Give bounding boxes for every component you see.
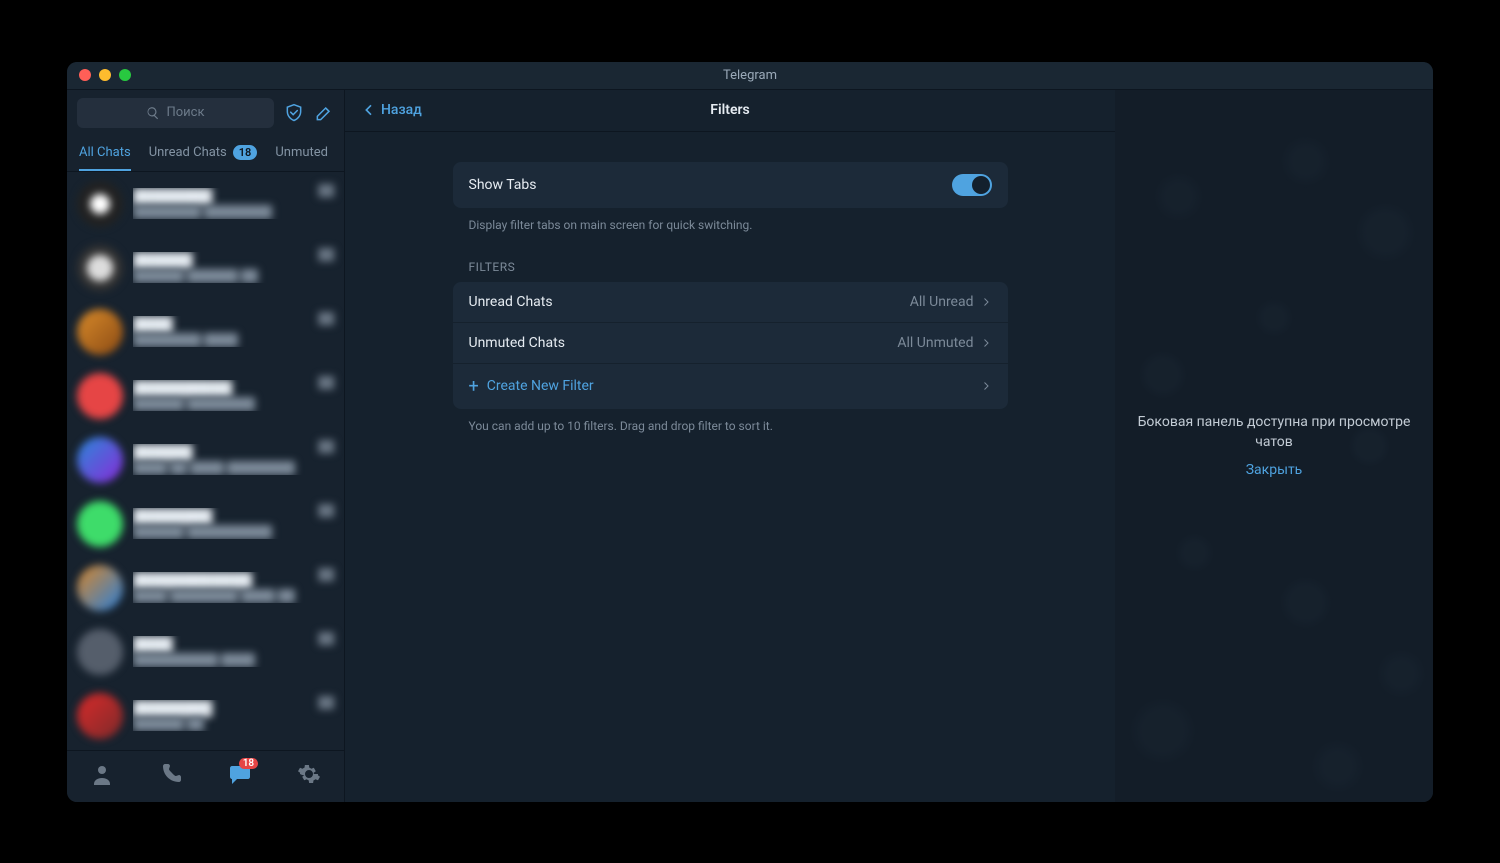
right-sidebar-close-button[interactable]: Закрыть	[1246, 462, 1303, 478]
tab-all-chats[interactable]: All Chats	[79, 136, 131, 171]
back-button[interactable]: Назад	[361, 102, 422, 118]
show-tabs-label: Show Tabs	[469, 177, 537, 193]
avatar	[77, 565, 123, 611]
search-input[interactable]: Поиск	[77, 98, 274, 128]
unread-badge: 18	[233, 145, 258, 160]
left-sidebar: Поиск All Chats Unread Chats 18 U	[67, 90, 345, 802]
right-sidebar: Боковая панель доступна при просмотре ча…	[1115, 90, 1433, 802]
main-panel: Назад Filters Show Tabs Display filter t…	[345, 90, 1115, 802]
filter-name: Unread Chats	[469, 294, 553, 310]
tab-unread-chats[interactable]: Unread Chats 18	[149, 136, 258, 171]
plus-icon: +	[469, 376, 479, 397]
calls-icon[interactable]	[159, 762, 183, 790]
chevron-right-icon	[980, 337, 992, 349]
chat-item[interactable]: ████████████████ ████████ ████ ████	[67, 556, 344, 620]
tab-label: All Chats	[79, 145, 131, 160]
titlebar: Telegram	[67, 62, 1433, 90]
chat-tabs: All Chats Unread Chats 18 Unmuted	[67, 136, 344, 172]
window-title: Telegram	[67, 68, 1433, 83]
avatar	[77, 437, 123, 483]
traffic-lights	[79, 69, 131, 81]
shield-icon[interactable]	[284, 103, 304, 123]
show-tabs-row[interactable]: Show Tabs	[453, 162, 1008, 208]
avatar	[77, 693, 123, 739]
main-header: Назад Filters	[345, 90, 1115, 132]
chat-item[interactable]: ████████████ ██████ ████	[67, 236, 344, 300]
chevron-right-icon	[980, 296, 992, 308]
filter-name: Unmuted Chats	[469, 335, 565, 351]
page-title: Filters	[345, 102, 1115, 118]
avatar	[77, 181, 123, 227]
chats-icon[interactable]: 18	[228, 762, 252, 790]
chevron-right-icon	[980, 380, 992, 392]
chat-item[interactable]: ████████████ ██████	[67, 300, 344, 364]
back-label: Назад	[381, 102, 422, 118]
create-filter-label: Create New Filter	[487, 378, 594, 394]
chat-item[interactable]: ████████████████ ██████████	[67, 364, 344, 428]
create-filter-row[interactable]: + Create New Filter	[453, 363, 1008, 409]
fullscreen-window-button[interactable]	[119, 69, 131, 81]
tab-label: Unread Chats	[149, 145, 227, 160]
right-sidebar-message: Боковая панель доступна при просмотре ча…	[1115, 413, 1433, 452]
filters-footer-hint: You can add up to 10 filters. Drag and d…	[453, 409, 1008, 433]
chat-item[interactable]: ██████████████ ██████	[67, 620, 344, 684]
tab-label: Unmuted	[275, 145, 328, 160]
chat-item[interactable]: ████████████████ ██████████	[67, 172, 344, 236]
chats-badge: 18	[239, 758, 258, 769]
chevron-left-icon	[361, 102, 377, 118]
show-tabs-toggle[interactable]	[952, 174, 992, 196]
app-window: Telegram Поиск All Chats	[67, 62, 1433, 802]
avatar	[77, 245, 123, 291]
filter-value: All Unmuted	[897, 335, 973, 351]
show-tabs-panel: Show Tabs	[453, 162, 1008, 208]
filter-row-unmuted[interactable]: Unmuted Chats All Unmuted	[453, 322, 1008, 363]
avatar	[77, 501, 123, 547]
contacts-icon[interactable]	[90, 762, 114, 790]
chat-item[interactable]: ██████████ ██ ████ ██████████	[67, 428, 344, 492]
filter-row-unread[interactable]: Unread Chats All Unread	[453, 282, 1008, 322]
chat-list[interactable]: ████████████████ ██████████ ████████████…	[67, 172, 344, 750]
settings-icon[interactable]	[297, 762, 321, 790]
show-tabs-hint: Display filter tabs on main screen for q…	[453, 208, 1008, 232]
tab-unmuted[interactable]: Unmuted	[275, 136, 328, 171]
avatar	[77, 309, 123, 355]
minimize-window-button[interactable]	[99, 69, 111, 81]
search-placeholder: Поиск	[166, 105, 204, 120]
avatar	[77, 373, 123, 419]
avatar	[77, 629, 123, 675]
filters-panel: Unread Chats All Unread Unmuted Chats Al…	[453, 282, 1008, 409]
close-window-button[interactable]	[79, 69, 91, 81]
bottom-nav: 18	[67, 750, 344, 802]
search-icon	[146, 106, 160, 120]
chat-item[interactable]: ██████████████ ████	[67, 684, 344, 748]
filters-section-title: FILTERS	[453, 232, 1008, 282]
filter-value: All Unread	[910, 294, 974, 310]
compose-icon[interactable]	[314, 103, 334, 123]
chat-item[interactable]: ██████████████ ████████████	[67, 492, 344, 556]
